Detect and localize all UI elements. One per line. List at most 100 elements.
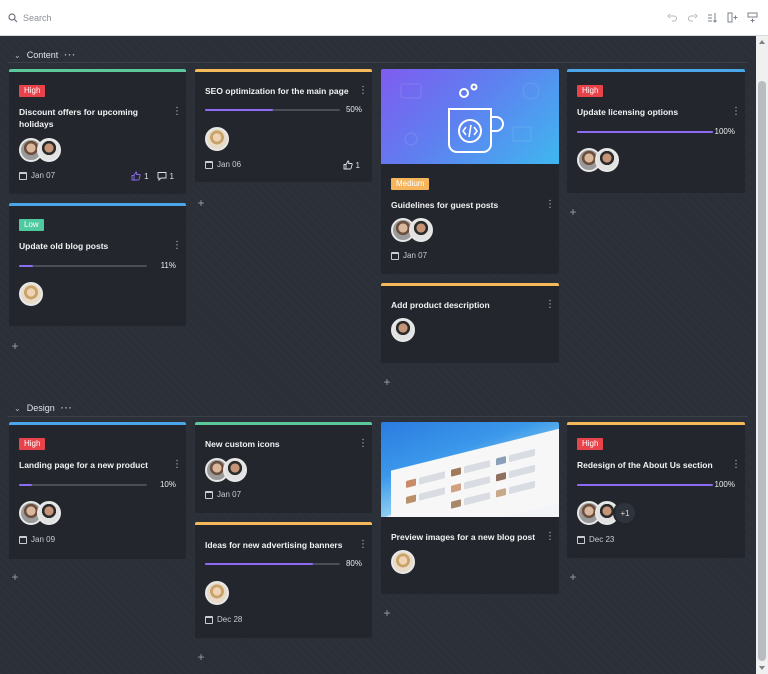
coffee-code-icon [400,82,540,153]
likes-counter[interactable]: 1 [343,160,360,170]
more-icon[interactable]: ··· [64,50,76,60]
more-members-badge[interactable]: +1 [613,501,637,525]
add-row-icon[interactable] [747,11,758,23]
toolbar [0,0,768,36]
avatar[interactable] [409,218,433,242]
scroll-up-arrow[interactable] [759,40,765,44]
progress-bar [577,131,713,133]
card-title: Guidelines for guest posts [391,200,499,210]
avatar[interactable] [223,458,247,482]
likes-count: 1 [144,171,149,181]
progress-percent: 100% [714,480,735,489]
progress-bar [19,265,147,267]
progress-percent: 50% [345,105,362,114]
card-discount-offers[interactable]: High Discount offers for upcoming holida… [9,69,186,194]
add-card-button[interactable]: + [196,197,206,209]
card-menu-icon[interactable]: ⋮ [545,300,555,310]
section-divider [8,416,748,417]
calendar-icon [19,535,27,544]
avatar[interactable] [37,501,61,525]
calendar-icon [205,490,213,499]
card-meta: 1 [343,160,360,170]
card-menu-icon[interactable]: ⋮ [172,460,182,470]
add-card-button[interactable]: + [196,651,206,663]
due-date-text: Jan 07 [31,171,56,180]
card-menu-icon[interactable]: ⋮ [545,200,555,210]
card-menu-icon[interactable]: ⋮ [358,86,368,96]
progress-fill [19,265,34,267]
add-card-button[interactable]: + [10,340,20,352]
due-date-text: Jan 07 [403,251,428,260]
scroll-down-arrow[interactable] [759,666,765,670]
card-advertising-banners[interactable]: Ideas for new advertising banners ⋮ 80% … [195,522,372,638]
comments-counter[interactable]: 1 [157,171,174,181]
card-members [19,501,61,525]
add-card-button[interactable]: + [10,571,20,583]
priority-badge: High [19,85,46,97]
calendar-icon [577,535,585,544]
card-members [19,282,43,306]
more-icon[interactable]: ··· [61,403,73,413]
search-input[interactable] [23,13,283,23]
priority-badge: High [577,438,604,450]
card-menu-icon[interactable]: ⋮ [358,439,368,449]
avatar[interactable] [37,138,61,162]
card-landing-page[interactable]: High Landing page for a new product ⋮ 10… [9,422,186,559]
avatar[interactable] [391,318,415,342]
add-card-button[interactable]: + [568,571,578,583]
avatar[interactable] [205,581,229,605]
avatar[interactable] [205,127,229,151]
card-menu-icon[interactable]: ⋮ [545,532,555,542]
search-box[interactable] [8,11,308,25]
card-members [577,148,619,172]
chevron-down-icon[interactable]: ⌄ [14,51,21,60]
card-seo-optimization[interactable]: SEO optimization for the main page ⋮ 50%… [195,69,372,182]
avatar[interactable] [391,550,415,574]
add-card-button[interactable]: + [382,607,392,619]
card-due-date: Dec 23 [577,535,614,544]
search-icon [8,13,18,23]
comments-count: 1 [169,171,174,181]
card-menu-icon[interactable]: ⋮ [172,107,182,117]
progress-percent: 11% [160,261,176,270]
add-card-button[interactable]: + [382,376,392,388]
card-status-line [195,422,372,425]
due-date-text: Jan 07 [217,490,242,499]
sort-icon[interactable] [707,11,718,23]
card-status-line [567,422,745,425]
likes-counter[interactable]: 1 [131,171,149,181]
card-menu-icon[interactable]: ⋮ [358,540,368,550]
undo-icon[interactable] [667,11,678,23]
card-members [391,218,433,242]
section-divider [8,62,748,63]
card-menu-icon[interactable]: ⋮ [731,460,741,470]
redo-icon[interactable] [687,11,698,23]
progress-bar [19,484,147,486]
card-due-date: Dec 28 [205,615,242,624]
card-status-line [9,422,186,425]
card-add-product-description[interactable]: Add product description ⋮ [381,283,559,363]
card-menu-icon[interactable]: ⋮ [731,107,741,117]
scroll-thumb[interactable] [758,81,766,661]
avatar[interactable] [19,282,43,306]
card-members [205,581,229,605]
vertical-scrollbar[interactable] [756,36,768,674]
card-cover-image [381,69,559,164]
card-menu-icon[interactable]: ⋮ [172,241,182,251]
card-redesign-about-us[interactable]: High Redesign of the About Us section ⋮ … [567,422,745,558]
section-content-header[interactable]: ⌄ Content ··· [14,48,76,62]
add-card-button[interactable]: + [568,206,578,218]
avatar[interactable] [595,148,619,172]
section-design-header[interactable]: ⌄ Design ··· [14,401,73,415]
card-cover-image [381,422,559,517]
card-preview-images[interactable]: Preview images for a new blog post ⋮ [381,422,559,594]
chevron-down-icon[interactable]: ⌄ [14,404,21,413]
card-guidelines-guest-posts[interactable]: Medium Guidelines for guest posts ⋮ Jan … [381,69,559,274]
card-update-licensing-options[interactable]: High Update licensing options ⋮ 100% [567,69,745,193]
card-members [391,318,415,342]
card-update-old-blog-posts[interactable]: Low Update old blog posts ⋮ 11% [9,203,186,326]
card-title: SEO optimization for the main page [205,86,349,96]
card-new-custom-icons[interactable]: New custom icons ⋮ Jan 07 [195,422,372,513]
add-column-icon[interactable] [727,11,738,23]
screenshot-preview [391,423,559,517]
